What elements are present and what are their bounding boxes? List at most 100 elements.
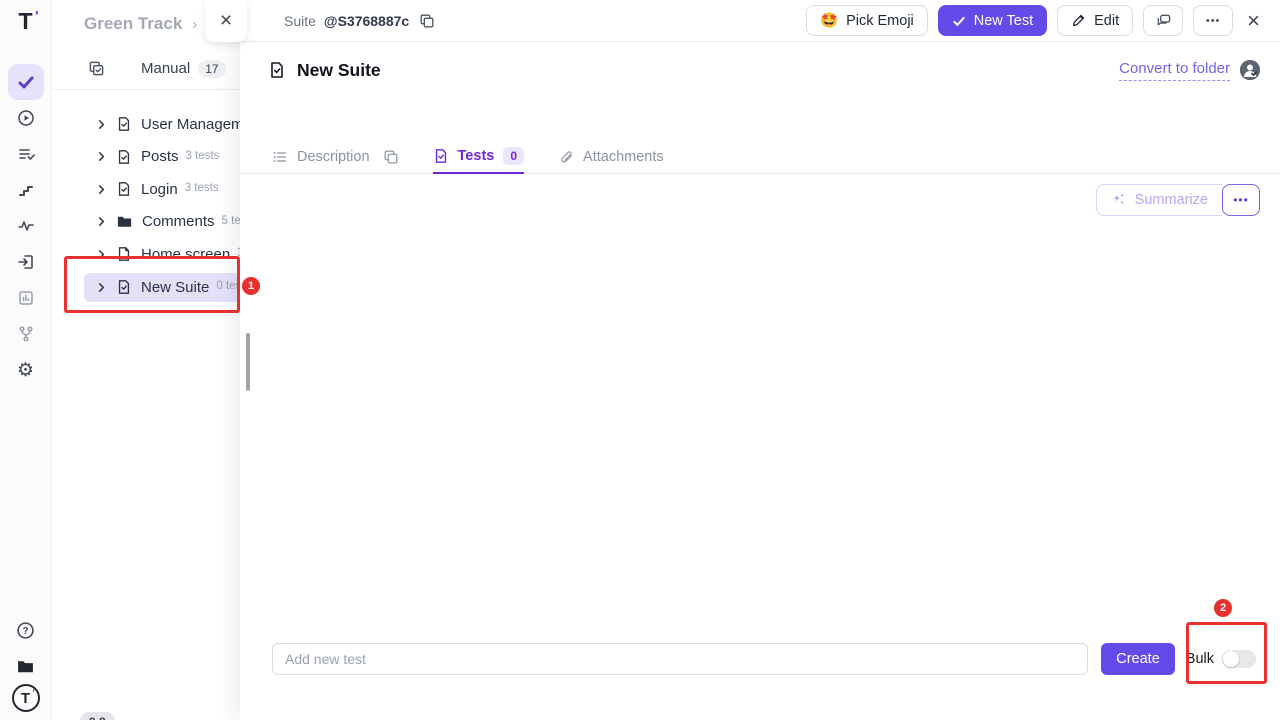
- drawer-close-notch-button[interactable]: ×: [205, 0, 247, 42]
- new-test-label: New Test: [974, 13, 1033, 29]
- list-icon: [272, 149, 288, 165]
- panel-tabs: Manual 17 Automated: [52, 48, 240, 90]
- pick-emoji-button[interactable]: 🤩 Pick Emoji: [806, 5, 928, 36]
- ellipsis-icon: •••: [1233, 193, 1249, 207]
- chevron-right-icon[interactable]: [96, 151, 107, 162]
- tree-item-new-suite[interactable]: New Suite 0 tests: [84, 273, 240, 302]
- panel-scrollbar-thumb[interactable]: [246, 333, 250, 391]
- project-panel: Green Track › Manual 17 Automated User M…: [52, 0, 240, 720]
- edit-button[interactable]: Edit: [1057, 5, 1133, 36]
- close-icon: ×: [220, 9, 232, 33]
- chevron-right-icon[interactable]: [96, 216, 107, 227]
- copy-check-icon[interactable]: [88, 60, 105, 77]
- logo-tick: ': [32, 688, 34, 698]
- suite-title: New Suite: [297, 60, 381, 81]
- version-badge: 9.8: [80, 712, 115, 720]
- summarize-row: Summarize •••: [240, 184, 1280, 216]
- tree-item-user-management[interactable]: User Management: [52, 108, 240, 141]
- close-icon: ×: [1247, 8, 1260, 33]
- copy-id-button[interactable]: [419, 13, 435, 29]
- project-name[interactable]: Green Track: [84, 14, 182, 34]
- doc-icon: [116, 246, 132, 262]
- projects-nav-icon[interactable]: [8, 648, 44, 684]
- copy-icon: [419, 13, 435, 29]
- list-check-icon: [17, 145, 35, 163]
- import-nav-icon[interactable]: [8, 244, 44, 280]
- gear-icon: ⚙: [17, 361, 34, 380]
- tab-attachments[interactable]: Attachments: [558, 140, 664, 174]
- summarize-split-button: Summarize •••: [1096, 184, 1260, 216]
- tests-nav-icon[interactable]: [8, 64, 44, 100]
- chevron-right-icon[interactable]: [96, 119, 107, 130]
- tree-item-label: User Management: [141, 116, 240, 133]
- tree-item-label: Login: [141, 181, 178, 198]
- tree-item-label: New Suite: [141, 279, 209, 296]
- drawer-close-button[interactable]: ×: [1243, 8, 1264, 34]
- app-logo[interactable]: T': [18, 8, 32, 38]
- edit-label: Edit: [1094, 13, 1119, 29]
- more-actions-button[interactable]: •••: [1193, 5, 1233, 36]
- plans-nav-icon[interactable]: [8, 136, 44, 172]
- account-logo-button[interactable]: T': [12, 684, 40, 712]
- folder-icon: [16, 657, 35, 676]
- tree-item-posts[interactable]: Posts 3 tests: [52, 141, 240, 174]
- bar-chart-icon: [17, 289, 35, 307]
- new-test-button[interactable]: New Test: [938, 5, 1047, 36]
- logo-letter: T: [21, 690, 30, 707]
- login-box-icon: [17, 253, 35, 271]
- runs-nav-icon[interactable]: [8, 100, 44, 136]
- comments-button[interactable]: [1143, 5, 1183, 36]
- tree-item-count: 0 tests: [216, 280, 240, 292]
- chevron-right-icon[interactable]: [96, 184, 107, 195]
- tree-item-login[interactable]: Login 3 tests: [52, 173, 240, 206]
- chevron-right-icon[interactable]: [96, 282, 107, 293]
- suite-id: @S3768887c: [324, 13, 409, 29]
- suite-heading-row: New Suite Convert to folder: [240, 54, 1280, 86]
- toggle-knob: [1223, 651, 1239, 667]
- suite-drawer: × Suite @S3768887c 🤩 Pick Emoji New Test…: [240, 0, 1280, 720]
- tab-description-label: Description: [297, 149, 370, 165]
- tab-tests[interactable]: Tests 0: [433, 140, 525, 174]
- drawer-header-actions: 🤩 Pick Emoji New Test Edit ••• ×: [806, 5, 1264, 36]
- add-new-test-input[interactable]: [272, 643, 1088, 675]
- summarize-button[interactable]: Summarize: [1096, 184, 1222, 216]
- pick-emoji-label: Pick Emoji: [846, 13, 914, 29]
- settings-nav-icon[interactable]: ⚙: [8, 352, 44, 388]
- drawer-header: Suite @S3768887c 🤩 Pick Emoji New Test E…: [240, 0, 1280, 42]
- pulse-icon: [17, 217, 35, 235]
- chevron-right-icon[interactable]: [96, 249, 107, 260]
- copy-icon[interactable]: [383, 149, 399, 165]
- reports-nav-icon[interactable]: [8, 280, 44, 316]
- branches-nav-icon[interactable]: [8, 316, 44, 352]
- chevron-right-icon: ›: [192, 16, 197, 33]
- tree-item-label: Posts: [141, 148, 179, 165]
- help-circle-icon: ?: [16, 621, 35, 640]
- tree-item-label: Home screen: [141, 246, 230, 263]
- suite-doc-icon: [116, 149, 132, 165]
- pencil-icon: [1071, 13, 1086, 28]
- empty-tests-area: [240, 216, 1280, 643]
- assignee-avatar[interactable]: [1240, 60, 1260, 80]
- suite-tabs: Description Tests 0 Attachments: [240, 140, 1280, 174]
- logo-tick: ': [35, 8, 39, 25]
- tab-manual[interactable]: Manual: [141, 60, 190, 77]
- tree-item-home-screen[interactable]: Home screen 3 tests: [52, 238, 240, 271]
- tree-item-count: 3 tests: [186, 150, 220, 162]
- tab-attachments-label: Attachments: [583, 149, 664, 165]
- summarize-more-button[interactable]: •••: [1222, 184, 1260, 216]
- bulk-toggle[interactable]: [1222, 650, 1256, 668]
- heading-right: Convert to folder: [1119, 60, 1260, 81]
- suite-tree: User Management Posts 3 tests Login 3 te…: [52, 90, 240, 302]
- git-branch-icon: [17, 325, 35, 343]
- analytics-nav-icon[interactable]: [8, 208, 44, 244]
- emoji-icon: 🤩: [820, 12, 838, 29]
- tree-item-count: 3 tests: [185, 182, 219, 194]
- tab-description[interactable]: Description: [272, 140, 399, 174]
- tree-item-label: Comments: [142, 213, 215, 230]
- help-nav-icon[interactable]: ?: [8, 612, 44, 648]
- convert-to-folder-link[interactable]: Convert to folder: [1119, 60, 1230, 81]
- suite-doc-icon: [116, 181, 132, 197]
- tree-item-comments[interactable]: Comments 5 tests: [52, 206, 240, 239]
- steps-nav-icon[interactable]: [8, 172, 44, 208]
- create-button[interactable]: Create: [1101, 643, 1175, 675]
